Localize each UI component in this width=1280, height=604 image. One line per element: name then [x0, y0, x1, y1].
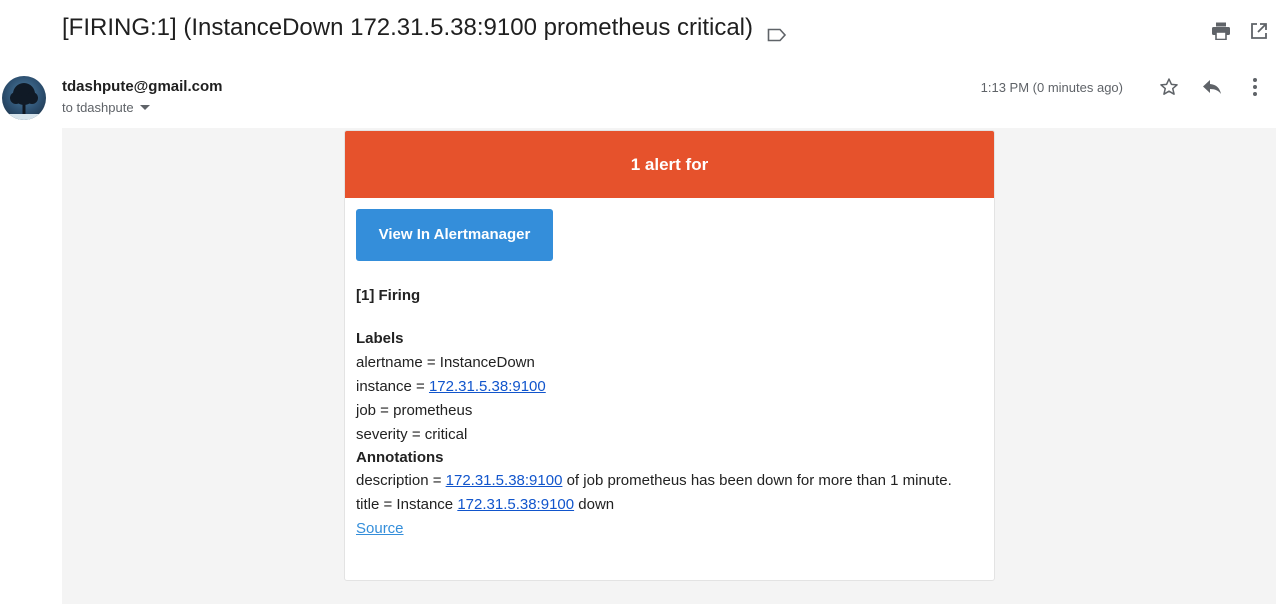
title-key: title = Instance	[356, 496, 458, 513]
label-icon[interactable]	[767, 21, 787, 42]
subject-text: [FIRING:1] (InstanceDown 172.31.5.38:910…	[62, 14, 754, 41]
annotation-description: description = 172.31.5.38:9100 of job pr…	[356, 471, 983, 490]
email-subject: [FIRING:1] (InstanceDown 172.31.5.38:910…	[62, 14, 787, 42]
star-button[interactable]	[1156, 76, 1182, 98]
title-instance-link[interactable]: 172.31.5.38:9100	[457, 496, 574, 513]
print-button[interactable]	[1210, 20, 1232, 42]
description-text: of job prometheus has been down for more…	[562, 472, 952, 489]
label-severity: severity = critical	[356, 426, 468, 443]
sender-email: tdashpute@gmail.com	[62, 78, 223, 95]
reply-icon	[1203, 80, 1221, 94]
alert-banner: 1 alert for	[345, 131, 994, 198]
annotations-heading: Annotations	[356, 449, 444, 466]
source-line: Source	[356, 519, 983, 538]
labels-heading: Labels	[356, 330, 404, 347]
description-instance-link[interactable]: 172.31.5.38:9100	[446, 472, 563, 489]
label-job: job = prometheus	[356, 402, 473, 419]
more-options-button[interactable]	[1242, 76, 1268, 98]
description-key: description =	[356, 472, 446, 489]
recipient-text: to tdashpute	[62, 100, 134, 115]
more-vert-icon	[1253, 78, 1257, 96]
view-in-alertmanager-button[interactable]: View In Alertmanager	[356, 209, 553, 261]
top-actions	[1210, 20, 1270, 42]
source-link[interactable]: Source	[356, 520, 404, 537]
alert-card: 1 alert for View In Alertmanager [1] Fir…	[344, 130, 995, 581]
sender-block: tdashpute@gmail.com to tdashpute	[62, 78, 222, 115]
print-icon	[1212, 22, 1230, 40]
timestamp: 1:13 PM (0 minutes ago)	[980, 79, 1123, 95]
open-in-new-icon	[1251, 23, 1267, 39]
caret-down-icon[interactable]	[139, 105, 150, 110]
recipient-line[interactable]: to tdashpute	[62, 100, 222, 115]
star-icon	[1160, 78, 1178, 95]
open-in-new-window-button[interactable]	[1248, 20, 1270, 42]
label-instance-key: instance =	[356, 378, 429, 395]
annotation-title: title = Instance 172.31.5.38:9100 down	[356, 495, 983, 514]
label-alertname: alertname = InstanceDown	[356, 354, 535, 371]
firing-heading: [1] Firing	[356, 287, 421, 304]
reply-button[interactable]	[1199, 76, 1225, 98]
avatar[interactable]	[2, 76, 46, 120]
message-meta: 1:13 PM (0 minutes ago)	[981, 76, 1268, 98]
label-instance: instance = 172.31.5.38:9100	[356, 377, 983, 396]
alert-content: View In Alertmanager [1] Firing Labels a…	[345, 198, 994, 538]
title-suffix: down	[574, 496, 615, 513]
instance-link[interactable]: 172.31.5.38:9100	[429, 378, 546, 395]
